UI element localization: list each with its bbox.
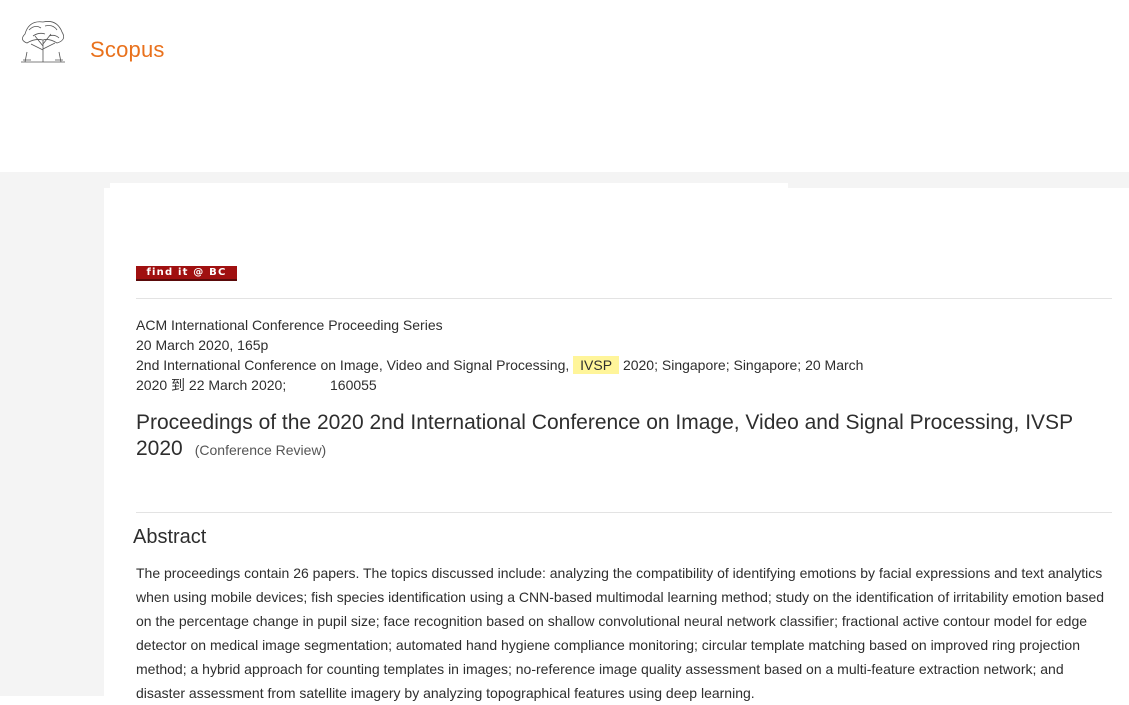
conference-code: 160055: [330, 377, 377, 393]
date-pages: 20 March 2020, 165p: [136, 337, 269, 353]
top-divider: [136, 298, 1112, 299]
document-type: (Conference Review): [194, 442, 327, 458]
scopus-brand[interactable]: Scopus: [90, 37, 165, 63]
conference-dates: 2020 到 22 March 2020;: [136, 377, 287, 393]
document-title: Proceedings of the 2020 2nd Internationa…: [136, 410, 1096, 463]
conference-highlight: IVSP: [573, 356, 620, 374]
find-it-at-bc-button[interactable]: find it @ BC: [136, 266, 237, 281]
abstract-text: The proceedings contain 26 papers. The t…: [136, 565, 1105, 701]
site-header: Scopus: [0, 0, 1129, 172]
elsevier-tree-icon[interactable]: [15, 16, 71, 66]
conference-prefix: 2nd International Conference on Image, V…: [136, 357, 570, 373]
conference-suffix: 2020; Singapore; Singapore; 20 March: [622, 357, 864, 373]
card-tab-edge: [110, 183, 788, 191]
abstract-heading: Abstract: [133, 526, 207, 548]
abstract-divider: [136, 512, 1112, 513]
source-series[interactable]: ACM International Conference Proceeding …: [136, 315, 443, 335]
conference-info-line2: 2020 到 22 March 2020; 160055: [136, 375, 377, 395]
conference-info: 2nd International Conference on Image, V…: [136, 355, 863, 375]
